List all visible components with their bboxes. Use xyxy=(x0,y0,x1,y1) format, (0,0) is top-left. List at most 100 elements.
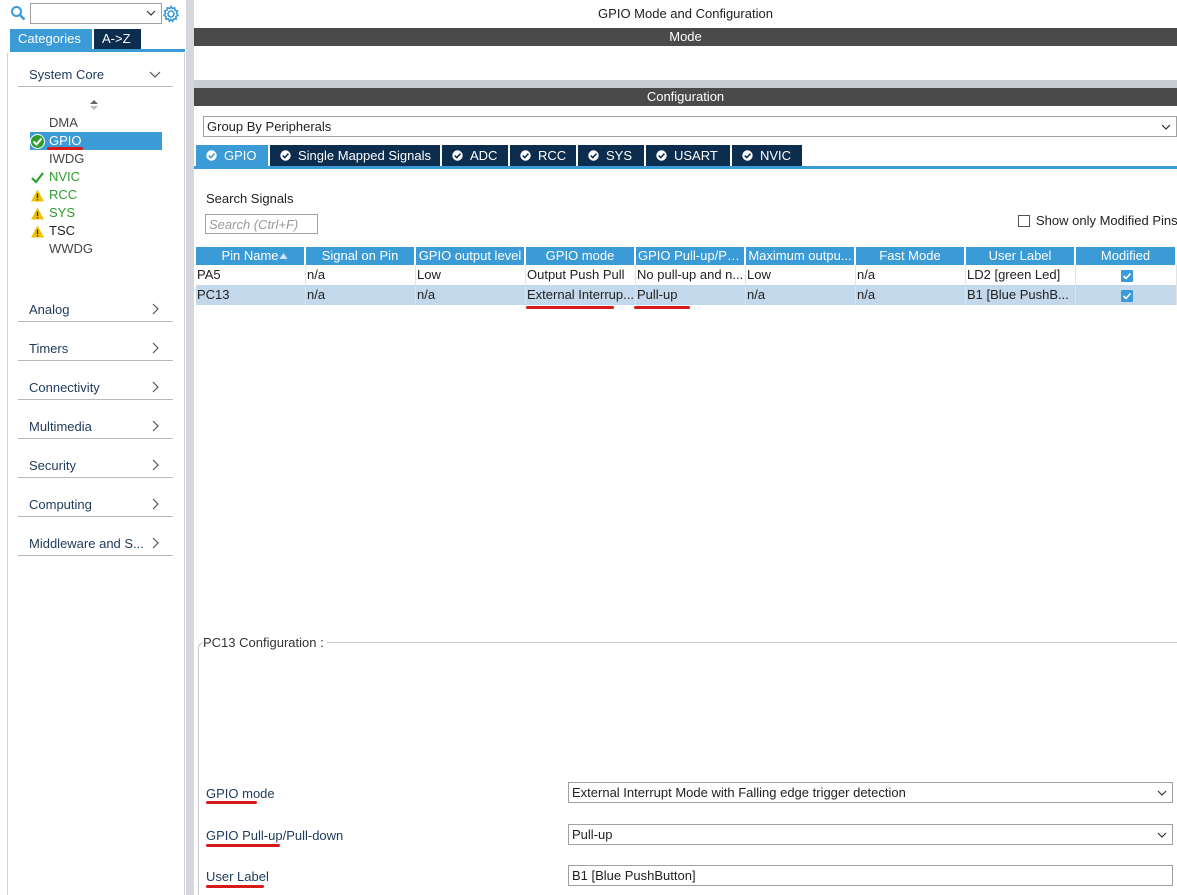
chevron-right-icon xyxy=(152,459,159,471)
category-timers[interactable]: Timers xyxy=(18,337,173,361)
sidebar-item-label: IWDG xyxy=(49,151,85,166)
chevron-right-icon xyxy=(152,537,159,549)
category-label: Computing xyxy=(29,497,92,512)
column-header-user-label[interactable]: User Label xyxy=(966,247,1076,265)
column-header-gpio-mode[interactable]: GPIO mode xyxy=(526,247,636,265)
search-icon[interactable] xyxy=(10,5,26,21)
tab-label: GPIO xyxy=(224,148,257,163)
tab-rcc[interactable]: RCC xyxy=(510,145,576,166)
search-signals-input[interactable] xyxy=(205,214,318,234)
category-label: Timers xyxy=(29,341,69,356)
annotation-underline xyxy=(206,844,280,847)
tab-sys[interactable]: SYS xyxy=(578,145,644,166)
chevron-right-icon xyxy=(152,303,159,315)
modified-checkbox[interactable] xyxy=(1120,269,1133,282)
annotation-underline xyxy=(526,306,614,309)
tab-adc[interactable]: ADC xyxy=(442,145,508,166)
column-header-output-level[interactable]: GPIO output level xyxy=(416,247,526,265)
pull-value: Pull-up xyxy=(572,827,613,842)
column-header-signal[interactable]: Signal on Pin xyxy=(306,247,416,265)
cell-pull: Pull-up xyxy=(636,285,746,305)
chevron-down-icon xyxy=(146,10,156,16)
category-label: Analog xyxy=(29,302,70,317)
pull-select[interactable]: Pull-up xyxy=(568,824,1173,845)
tab-label: RCC xyxy=(538,148,567,163)
cell-mode: Output Push Pull xyxy=(526,265,636,285)
cell-mode: External Interrup... xyxy=(526,285,636,305)
category-security[interactable]: Security xyxy=(18,454,173,478)
table-row[interactable]: PA5 n/a Low Output Push Pull No pull-up … xyxy=(196,265,1177,285)
cell-user-label: B1 [Blue PushB... xyxy=(966,285,1076,305)
tabs-underline xyxy=(194,166,1177,169)
check-circle-icon xyxy=(206,150,217,161)
column-header-pull[interactable]: GPIO Pull-up/Pu... xyxy=(636,247,746,265)
category-label: System Core xyxy=(29,67,105,82)
column-header-pin-name[interactable]: Pin Name xyxy=(196,247,306,265)
group-by-select[interactable]: Group By Peripherals xyxy=(203,116,1177,137)
column-header-fast-mode[interactable]: Fast Mode xyxy=(856,247,966,265)
modified-checkbox[interactable] xyxy=(1120,289,1133,302)
mode-bar: Mode xyxy=(194,28,1177,46)
sort-icon[interactable] xyxy=(89,99,99,111)
checkbox[interactable] xyxy=(1018,215,1030,227)
tab-label: ADC xyxy=(470,148,498,163)
show-modified-label: Show only Modified Pins xyxy=(1036,213,1177,228)
tab-a-z[interactable]: A->Z xyxy=(94,29,141,49)
cell-signal: n/a xyxy=(306,285,416,305)
sidebar-item-label: TSC xyxy=(49,223,75,238)
annotation-underline xyxy=(206,885,264,888)
category-connectivity[interactable]: Connectivity xyxy=(18,376,173,400)
tab-label: Single Mapped Signals xyxy=(298,148,431,163)
config-group-frame xyxy=(198,642,1177,895)
tab-gpio[interactable]: GPIO xyxy=(196,145,268,166)
warning-icon xyxy=(31,189,44,202)
category-analog[interactable]: Analog xyxy=(18,298,173,322)
tab-label: USART xyxy=(674,148,718,163)
tab-usart[interactable]: USART xyxy=(646,145,730,166)
section-divider[interactable] xyxy=(194,80,1177,88)
cell-speed: n/a xyxy=(746,285,856,305)
right-panel: GPIO Mode and Configuration Mode Configu… xyxy=(194,0,1177,895)
check-circle-icon xyxy=(588,150,599,161)
table-row[interactable]: PC13 n/a n/a External Interrup... Pull-u… xyxy=(196,285,1177,305)
page-title: GPIO Mode and Configuration xyxy=(598,6,773,21)
column-header-max-speed[interactable]: Maximum outpu... xyxy=(746,247,856,265)
left-search-combo[interactable] xyxy=(30,3,162,24)
sort-ascending-icon xyxy=(279,253,288,259)
cell-speed: Low xyxy=(746,265,856,285)
category-multimedia[interactable]: Multimedia xyxy=(18,415,173,439)
tab-label: NVIC xyxy=(760,148,792,163)
pull-label: GPIO Pull-up/Pull-down xyxy=(206,828,344,843)
sidebar-item-label: SYS xyxy=(49,205,76,220)
search-signals-label: Search Signals xyxy=(206,191,294,206)
category-system-core[interactable]: System Core xyxy=(18,63,173,87)
category-label: Middleware and S... xyxy=(29,536,144,551)
check-icon xyxy=(1122,272,1131,280)
gear-icon[interactable] xyxy=(161,4,181,24)
tab-categories[interactable]: Categories xyxy=(10,29,92,49)
tab-single-mapped-signals[interactable]: Single Mapped Signals xyxy=(270,145,440,166)
chevron-right-icon xyxy=(152,381,159,393)
sidebar-item-label: DMA xyxy=(49,115,78,130)
chevron-right-icon xyxy=(152,420,159,432)
check-circle-icon xyxy=(452,150,463,161)
user-label-input[interactable]: B1 [Blue PushButton] xyxy=(568,865,1173,886)
table-header-row: Pin Name Signal on Pin GPIO output level… xyxy=(196,247,1177,265)
panel-splitter[interactable] xyxy=(186,0,194,895)
chevron-right-icon xyxy=(152,342,159,354)
warning-icon xyxy=(31,225,44,238)
cell-fast: n/a xyxy=(856,285,966,305)
column-header-modified[interactable]: Modified xyxy=(1076,247,1177,265)
tab-nvic[interactable]: NVIC xyxy=(732,145,802,166)
check-circle-icon xyxy=(742,150,753,161)
cell-pull: No pull-up and n... xyxy=(636,265,746,285)
gpio-mode-select[interactable]: External Interrupt Mode with Falling edg… xyxy=(568,782,1173,803)
category-label: Connectivity xyxy=(29,380,100,395)
cell-level: n/a xyxy=(416,285,526,305)
category-label: Multimedia xyxy=(29,419,92,434)
cell-pin: PC13 xyxy=(196,285,306,305)
sidebar-item-label: NVIC xyxy=(49,169,81,184)
chevron-down-icon xyxy=(1157,832,1167,838)
category-computing[interactable]: Computing xyxy=(18,493,173,517)
category-middleware[interactable]: Middleware and S... xyxy=(18,532,173,556)
